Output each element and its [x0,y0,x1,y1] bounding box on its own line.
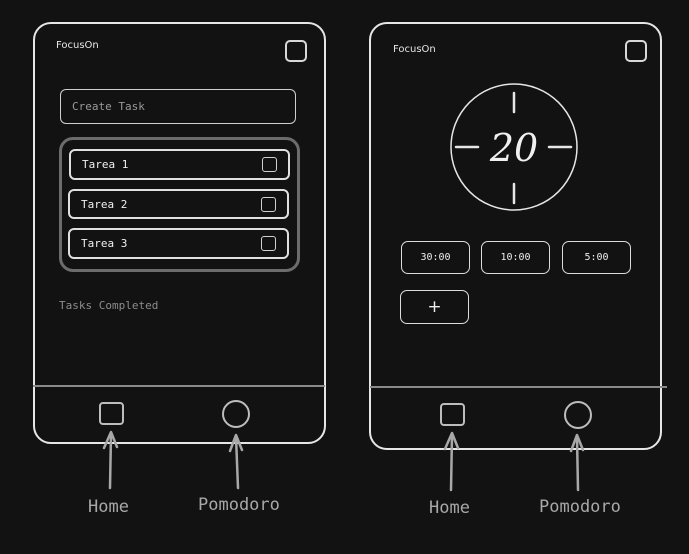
annotation-arrows [102,430,585,492]
home-arrow-right [449,433,454,492]
pomodoro-caption: Pomodoro [539,497,621,517]
pomodoro-arrow-right [575,435,580,492]
pomodoro-arrow-left [234,435,240,490]
home-caption: Home [88,497,129,517]
pomodoro-caption: Pomodoro [198,495,280,515]
home-arrow-left [108,432,113,490]
home-caption: Home [429,498,470,518]
